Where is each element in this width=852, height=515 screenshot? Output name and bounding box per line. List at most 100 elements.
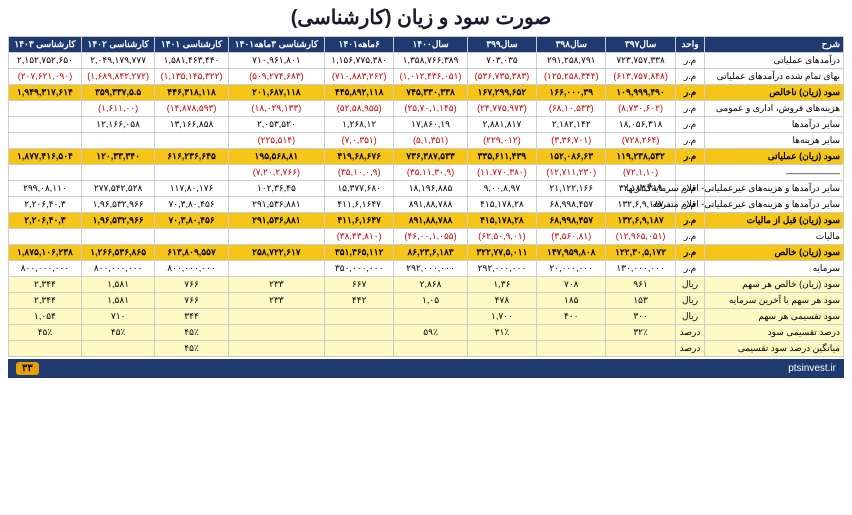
cell-15-y1401q: ۲۳۳ xyxy=(228,293,324,309)
cell-13-k1401: ۸۰۰,۰۰۰,۰۰۰ xyxy=(155,261,228,277)
cell-0-label: درآمدهای عملیاتی xyxy=(705,53,844,69)
cell-0-y399: ۷۰۳,۰۳۵ xyxy=(467,53,536,69)
cell-8-y398: ۲۱,۱۲۲,۱۶۶ xyxy=(537,181,606,197)
col-header-y1401h: ۶ماهه۱۴۰۱ xyxy=(325,37,394,53)
cell-17-k1401: ۴۵٪ xyxy=(155,325,228,341)
cell-2-y1401h: ۴۴۵,۸۹۲,۱۱۸ xyxy=(325,85,394,101)
cell-13-y398: ۲۰,۰۰۰,۰۰۰ xyxy=(537,261,606,277)
cell-3-y397: (۸,۷۳۰,۶۰۲) xyxy=(606,101,675,117)
table-row: سایر هزینه‌هام.ر(۷۲۸,۲۶۴)(۳,۳۶,۷۰۱)(۲۲۹,… xyxy=(9,133,844,149)
footer-bar: ptsinvest.ir ۳۳ xyxy=(8,359,844,378)
cell-13-y399: ۲۹۲,۰۰۰,۰۰۰ xyxy=(467,261,536,277)
cell-13-k1402: ۸۰۰,۰۰۰,۰۰۰ xyxy=(81,261,154,277)
cell-18-k1403 xyxy=(9,341,82,357)
cell-6-unit: م.ر xyxy=(675,149,705,165)
cell-7-y1400: (۳۵,۱۱,۳۰,۹) xyxy=(394,165,467,181)
cell-14-label: سود (زیان) خالص هر سهم xyxy=(705,277,844,293)
cell-13-y397: ۱۳۰,۰۰۰,۰۰۰ xyxy=(606,261,675,277)
cell-8-label: سایر درآمدها و هزینه‌های غیرعملیاتی- اقل… xyxy=(705,181,844,197)
cell-0-unit: م.ر xyxy=(675,53,705,69)
cell-13-y1401h: ۳۵۰,۰۰۰,۰۰۰ xyxy=(325,261,394,277)
cell-8-y1401q: ۱۰۲,۳۶,۴۵ xyxy=(228,181,324,197)
cell-15-y398: ۱۸۵ xyxy=(537,293,606,309)
cell-0-y398: ۲۹۱,۲۵۸,۷۹۱ xyxy=(537,53,606,69)
cell-6-y399: ۳۳۵,۶۱۱,۴۳۹ xyxy=(467,149,536,165)
cell-9-k1402: ۱,۹۶,۵۳۲,۹۶۶ xyxy=(81,197,154,213)
cell-13-k1403: ۸۰۰,۰۰۰,۰۰۰ xyxy=(9,261,82,277)
cell-1-y1400: (۱,۰۱۲,۴۳۶,۰۵۱) xyxy=(394,69,467,85)
cell-17-k1403: ۴۵٪ xyxy=(9,325,82,341)
cell-16-y398: ۴۰۰ xyxy=(537,309,606,325)
cell-3-label: هزینه‌های فروش، اداری و عمومی xyxy=(705,101,844,117)
cell-6-y1401h: ۴۱۹,۶۸,۶۷۶ xyxy=(325,149,394,165)
cell-0-k1401: ۱,۵۸۱,۴۶۳,۴۴۰ xyxy=(155,53,228,69)
cell-5-y397: (۷۲۸,۲۶۴) xyxy=(606,133,675,149)
cell-5-y1401q: (۲۲۵,۵۱۴) xyxy=(228,133,324,149)
cell-13-label: سرمایه xyxy=(705,261,844,277)
col-header-k1403: کارشناسی ۱۴۰۳ xyxy=(9,37,82,53)
cell-12-y397: ۱۲۲,۳۰,۵,۱۷۲ xyxy=(606,245,675,261)
table-row: سود تقسیمی هر سهمریال۳۰۰۴۰۰۱,۷۰۰۳۴۴۷۱۰۱,… xyxy=(9,309,844,325)
cell-2-label: سود (زیان) ناخالص xyxy=(705,85,844,101)
cell-15-y399: ۴۷۸ xyxy=(467,293,536,309)
cell-16-label: سود تقسیمی هر سهم xyxy=(705,309,844,325)
cell-14-y398: ۷۰۸ xyxy=(537,277,606,293)
cell-10-y1400: ۸۹۱,۸۸,۷۸۸ xyxy=(394,213,467,229)
cell-18-y397 xyxy=(606,341,675,357)
cell-4-y398: ۲,۱۸۲,۱۴۲ xyxy=(537,117,606,133)
col-header-label: شرح xyxy=(705,37,844,53)
cell-15-unit: ریال xyxy=(675,293,705,309)
cell-3-unit: م.ر xyxy=(675,101,705,117)
table-row: سرمایهم.ر۱۳۰,۰۰۰,۰۰۰۲۰,۰۰۰,۰۰۰۲۹۲,۰۰۰,۰۰… xyxy=(9,261,844,277)
cell-14-k1401: ۷۶۶ xyxy=(155,277,228,293)
cell-11-k1401 xyxy=(155,229,228,245)
cell-17-label: درصد تقسیمی سود xyxy=(705,325,844,341)
cell-16-y397: ۳۰۰ xyxy=(606,309,675,325)
cell-10-unit: م.ر xyxy=(675,213,705,229)
cell-16-k1401: ۳۴۴ xyxy=(155,309,228,325)
cell-18-y1400 xyxy=(394,341,467,357)
col-header-y398: سال۳۹۸ xyxy=(537,37,606,53)
table-row: مالیاتم.ر(۱۲,۹۶۵,۰۵۱)(۳,۵۶۰,۸۱)(۶۲,۵۰,۹,… xyxy=(9,229,844,245)
cell-10-k1403: ۲,۲۰۶,۴۰,۳ xyxy=(9,213,82,229)
page-number: ۳۳ xyxy=(16,362,39,375)
cell-6-k1402: ۱۲۰,۳۳,۳۴۰ xyxy=(81,149,154,165)
cell-6-k1401: ۶۱۶,۲۳۶,۶۴۵ xyxy=(155,149,228,165)
footer-site: ptsinvest.ir xyxy=(788,363,836,374)
table-row: درصد تقسیمی سوددرصد۳۲٪۳۱٪۵۹٪۴۵٪۴۵٪۴۵٪ xyxy=(9,325,844,341)
cell-15-k1402: ۱,۵۸۱ xyxy=(81,293,154,309)
financial-table: شرح واحد سال۳۹۷ سال۳۹۸ سال۳۹۹ سال۱۴۰۰ ۶م… xyxy=(8,36,844,357)
cell-11-y1401q xyxy=(228,229,324,245)
cell-7-y397: (۷۲,۱,۱۰) xyxy=(606,165,675,181)
cell-7-y399: (۱۱,۷۷۰,۳۸۰) xyxy=(467,165,536,181)
cell-7-y1401h: (۳۵,۱۰,۰,۹) xyxy=(325,165,394,181)
cell-10-label: سود (زیان) قبل از مالیات xyxy=(705,213,844,229)
cell-10-y397: ۱۳۲,۶,۹,۱۸۷ xyxy=(606,213,675,229)
cell-2-y399: ۱۶۷,۲۹۹,۶۵۲ xyxy=(467,85,536,101)
cell-0-y397: ۷۲۳,۷۵۷,۳۳۸ xyxy=(606,53,675,69)
cell-6-y398: ۱۵۲,۰۸۶,۶۳ xyxy=(537,149,606,165)
cell-5-y1401h: (۷,۰,۳۵۱) xyxy=(325,133,394,149)
cell-2-y1400: ۷۴۵,۳۳۰,۳۳۸ xyxy=(394,85,467,101)
cell-7-label: —————— xyxy=(705,165,844,181)
cell-16-y1401q xyxy=(228,309,324,325)
cell-18-k1401: ۴۵٪ xyxy=(155,341,228,357)
cell-16-k1403: ۱,۰۵۴ xyxy=(9,309,82,325)
cell-2-k1401: ۴۴۶,۳۱۸,۱۱۸ xyxy=(155,85,228,101)
cell-1-y1401q: (۵۰۹,۲۷۴,۶۸۳) xyxy=(228,69,324,85)
cell-2-y397: ۱۰۹,۹۹۹,۴۹۰ xyxy=(606,85,675,101)
table-row: سود (زیان) خالص هر سهمریال۹۶۱۷۰۸۱,۳۶۲,۸۶… xyxy=(9,277,844,293)
table-row: سود (زیان) خالصم.ر۱۲۲,۳۰,۵,۱۷۲۱۴۷,۹۵۹,۸۰… xyxy=(9,245,844,261)
cell-10-y1401h: ۴۱۱,۶,۱۶۴۷ xyxy=(325,213,394,229)
cell-10-k1402: ۱,۹۶,۵۳۲,۹۶۶ xyxy=(81,213,154,229)
table-row: درآمدهای عملیاتیم.ر۷۲۳,۷۵۷,۳۳۸۲۹۱,۲۵۸,۷۹… xyxy=(9,53,844,69)
table-row: ——————(۷۲,۱,۱۰)(۱۲,۷۱۱,۲۳۰)(۱۱,۷۷۰,۳۸۰)(… xyxy=(9,165,844,181)
cell-15-y397: ۱۵۳ xyxy=(606,293,675,309)
cell-4-unit: م.ر xyxy=(675,117,705,133)
cell-14-k1403: ۲,۳۴۴ xyxy=(9,277,82,293)
cell-4-k1402: ۱۲,۱۶۶,۰۵۸ xyxy=(81,117,154,133)
cell-9-y398: ۶۸,۹۹۸,۴۵۷ xyxy=(537,197,606,213)
cell-13-y1401q xyxy=(228,261,324,277)
cell-18-unit: درصد xyxy=(675,341,705,357)
cell-9-y1401h: ۴۱۱,۶,۱۶۴۷ xyxy=(325,197,394,213)
